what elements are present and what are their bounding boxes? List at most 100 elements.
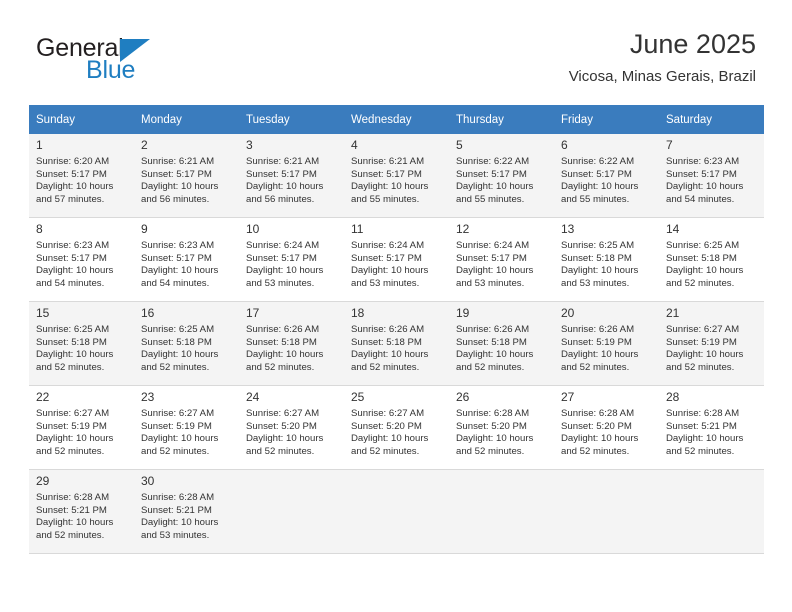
sunset-text: Sunset: 5:18 PM (666, 252, 737, 264)
day-cell-inner: 20 Sunrise: 6:26 AM Sunset: 5:19 PM Dayligh… (554, 302, 659, 386)
daylight-text-line2: and 52 minutes. (561, 361, 630, 373)
calendar-day-cell[interactable]: 16 Sunrise: 6:25 AM Sunset: 5:18 PM Dayligh… (134, 302, 239, 386)
calendar-day-cell[interactable]: 26 Sunrise: 6:28 AM Sunset: 5:20 PM Dayligh… (449, 386, 554, 470)
calendar-day-cell[interactable]: 23 Sunrise: 6:27 AM Sunset: 5:19 PM Dayligh… (134, 386, 239, 470)
calendar-day-cell[interactable]: 27 Sunrise: 6:28 AM Sunset: 5:20 PM Dayligh… (554, 386, 659, 470)
daylight-text-line1: Daylight: 10 hours (561, 181, 639, 193)
day-number: 3 (246, 138, 253, 152)
sunrise-text: Sunrise: 6:26 AM (351, 324, 425, 335)
calendar-filler-cell (134, 554, 239, 572)
calendar-day-cell[interactable]: 2 Sunrise: 6:21 AM Sunset: 5:17 PM Daylight… (134, 134, 239, 218)
day-cell-inner: 22 Sunrise: 6:27 AM Sunset: 5:19 PM Dayligh… (29, 386, 134, 470)
calendar-day-cell[interactable]: 9 Sunrise: 6:23 AM Sunset: 5:17 PM Daylight… (134, 218, 239, 302)
calendar-filler-row (29, 554, 764, 572)
day-details: Sunrise: 6:27 AM Sunset: 5:19 PM Daylight:… (134, 406, 239, 458)
day-details: Sunrise: 6:27 AM Sunset: 5:19 PM Daylight:… (29, 406, 134, 458)
sunrise-text: Sunrise: 6:28 AM (141, 492, 215, 503)
day-details: Sunrise: 6:25 AM Sunset: 5:18 PM Daylight:… (659, 238, 764, 290)
day-cell-inner: 9 Sunrise: 6:23 AM Sunset: 5:17 PM Daylight… (134, 218, 239, 302)
sunrise-text: Sunrise: 6:21 AM (141, 156, 215, 167)
daylight-text-line1: Daylight: 10 hours (351, 265, 429, 277)
weekday-header-sunday: Sunday (29, 105, 134, 134)
calendar-day-cell[interactable]: 5 Sunrise: 6:22 AM Sunset: 5:17 PM Daylight… (449, 134, 554, 218)
day-details: Sunrise: 6:25 AM Sunset: 5:18 PM Daylight:… (554, 238, 659, 290)
daylight-text-line1: Daylight: 10 hours (666, 181, 744, 193)
sunrise-text: Sunrise: 6:27 AM (141, 408, 215, 419)
sunset-text: Sunset: 5:19 PM (141, 420, 212, 432)
sunset-text: Sunset: 5:18 PM (456, 336, 527, 348)
daylight-text-line1: Daylight: 10 hours (561, 433, 639, 445)
daylight-text-line1: Daylight: 10 hours (246, 349, 324, 361)
calendar-empty-cell (554, 470, 659, 554)
daylight-text-line1: Daylight: 10 hours (561, 349, 639, 361)
daylight-text-line1: Daylight: 10 hours (456, 265, 534, 277)
page-title: June 2025 (629, 29, 756, 59)
calendar-day-cell[interactable]: 7 Sunrise: 6:23 AM Sunset: 5:17 PM Daylight… (659, 134, 764, 218)
daylight-text-line2: and 55 minutes. (456, 193, 525, 205)
title-block: June 2025 Vicosa, Minas Gerais, Brazil (569, 28, 756, 87)
daylight-text-line1: Daylight: 10 hours (456, 181, 534, 193)
day-cell-inner (239, 470, 344, 554)
sunrise-text: Sunrise: 6:27 AM (351, 408, 425, 419)
weekday-header-monday: Monday (134, 105, 239, 134)
day-number: 16 (141, 306, 155, 320)
daylight-text-line1: Daylight: 10 hours (246, 265, 324, 277)
sunset-text: Sunset: 5:18 PM (141, 336, 212, 348)
calendar-day-cell[interactable]: 13 Sunrise: 6:25 AM Sunset: 5:18 PM Dayligh… (554, 218, 659, 302)
calendar-day-cell[interactable]: 18 Sunrise: 6:26 AM Sunset: 5:18 PM Dayligh… (344, 302, 449, 386)
sunset-text: Sunset: 5:17 PM (246, 168, 317, 180)
calendar-day-cell[interactable]: 21 Sunrise: 6:27 AM Sunset: 5:19 PM Dayligh… (659, 302, 764, 386)
sunset-text: Sunset: 5:17 PM (141, 168, 212, 180)
sunset-text: Sunset: 5:20 PM (561, 420, 632, 432)
calendar-filler-cell (344, 554, 449, 572)
calendar-day-cell[interactable]: 25 Sunrise: 6:27 AM Sunset: 5:20 PM Dayligh… (344, 386, 449, 470)
calendar-week-row: 22 Sunrise: 6:27 AM Sunset: 5:19 PM Dayligh… (29, 386, 764, 470)
day-cell-inner: 14 Sunrise: 6:25 AM Sunset: 5:18 PM Dayligh… (659, 218, 764, 302)
sunset-text: Sunset: 5:19 PM (561, 336, 632, 348)
day-number: 2 (141, 138, 148, 152)
day-cell-inner: 8 Sunrise: 6:23 AM Sunset: 5:17 PM Daylight… (29, 218, 134, 302)
calendar-day-cell[interactable]: 19 Sunrise: 6:26 AM Sunset: 5:18 PM Dayligh… (449, 302, 554, 386)
day-number: 29 (36, 474, 50, 488)
day-cell-inner: 10 Sunrise: 6:24 AM Sunset: 5:17 PM Dayligh… (239, 218, 344, 302)
calendar-filler-cell (29, 554, 134, 572)
calendar-day-cell[interactable]: 17 Sunrise: 6:26 AM Sunset: 5:18 PM Dayligh… (239, 302, 344, 386)
sunset-text: Sunset: 5:17 PM (36, 252, 107, 264)
calendar-day-cell[interactable]: 29 Sunrise: 6:28 AM Sunset: 5:21 PM Dayligh… (29, 470, 134, 554)
calendar-day-cell[interactable]: 6 Sunrise: 6:22 AM Sunset: 5:17 PM Daylight… (554, 134, 659, 218)
sunset-text: Sunset: 5:21 PM (666, 420, 737, 432)
calendar-day-cell[interactable]: 15 Sunrise: 6:25 AM Sunset: 5:18 PM Dayligh… (29, 302, 134, 386)
day-details: Sunrise: 6:25 AM Sunset: 5:18 PM Daylight:… (29, 322, 134, 374)
calendar-day-cell[interactable]: 14 Sunrise: 6:25 AM Sunset: 5:18 PM Dayligh… (659, 218, 764, 302)
day-number: 30 (141, 474, 155, 488)
daylight-text-line2: and 53 minutes. (351, 277, 420, 289)
day-cell-inner: 2 Sunrise: 6:21 AM Sunset: 5:17 PM Daylight… (134, 134, 239, 218)
sunrise-text: Sunrise: 6:22 AM (561, 156, 635, 167)
calendar-day-cell[interactable]: 28 Sunrise: 6:28 AM Sunset: 5:21 PM Dayligh… (659, 386, 764, 470)
calendar-day-cell[interactable]: 24 Sunrise: 6:27 AM Sunset: 5:20 PM Dayligh… (239, 386, 344, 470)
daylight-text-line2: and 55 minutes. (351, 193, 420, 205)
day-cell-inner: 11 Sunrise: 6:24 AM Sunset: 5:17 PM Dayligh… (344, 218, 449, 302)
calendar-day-cell[interactable]: 22 Sunrise: 6:27 AM Sunset: 5:19 PM Dayligh… (29, 386, 134, 470)
calendar-day-cell[interactable]: 30 Sunrise: 6:28 AM Sunset: 5:21 PM Dayligh… (134, 470, 239, 554)
calendar-day-cell[interactable]: 1 Sunrise: 6:20 AM Sunset: 5:17 PM Daylight… (29, 134, 134, 218)
daylight-text-line1: Daylight: 10 hours (36, 517, 114, 529)
calendar-page: General Blue June 2025 Vicosa, Minas Ger… (0, 0, 792, 612)
sunrise-text: Sunrise: 6:28 AM (36, 492, 110, 503)
day-number: 18 (351, 306, 365, 320)
sunrise-text: Sunrise: 6:25 AM (666, 240, 740, 251)
sunrise-text: Sunrise: 6:20 AM (36, 156, 110, 167)
day-details: Sunrise: 6:22 AM Sunset: 5:17 PM Daylight:… (449, 154, 554, 206)
daylight-text-line2: and 54 minutes. (141, 277, 210, 289)
day-details: Sunrise: 6:23 AM Sunset: 5:17 PM Daylight:… (134, 238, 239, 290)
daylight-text-line2: and 52 minutes. (36, 529, 105, 541)
calendar-day-cell[interactable]: 20 Sunrise: 6:26 AM Sunset: 5:19 PM Dayligh… (554, 302, 659, 386)
calendar-day-cell[interactable]: 10 Sunrise: 6:24 AM Sunset: 5:17 PM Dayligh… (239, 218, 344, 302)
calendar-day-cell[interactable]: 3 Sunrise: 6:21 AM Sunset: 5:17 PM Daylight… (239, 134, 344, 218)
daylight-text-line1: Daylight: 10 hours (351, 433, 429, 445)
calendar-day-cell[interactable]: 11 Sunrise: 6:24 AM Sunset: 5:17 PM Dayligh… (344, 218, 449, 302)
calendar-day-cell[interactable]: 8 Sunrise: 6:23 AM Sunset: 5:17 PM Daylight… (29, 218, 134, 302)
calendar-day-cell[interactable]: 12 Sunrise: 6:24 AM Sunset: 5:17 PM Dayligh… (449, 218, 554, 302)
day-cell-inner: 29 Sunrise: 6:28 AM Sunset: 5:21 PM Dayligh… (29, 470, 134, 554)
calendar-day-cell[interactable]: 4 Sunrise: 6:21 AM Sunset: 5:17 PM Daylight… (344, 134, 449, 218)
